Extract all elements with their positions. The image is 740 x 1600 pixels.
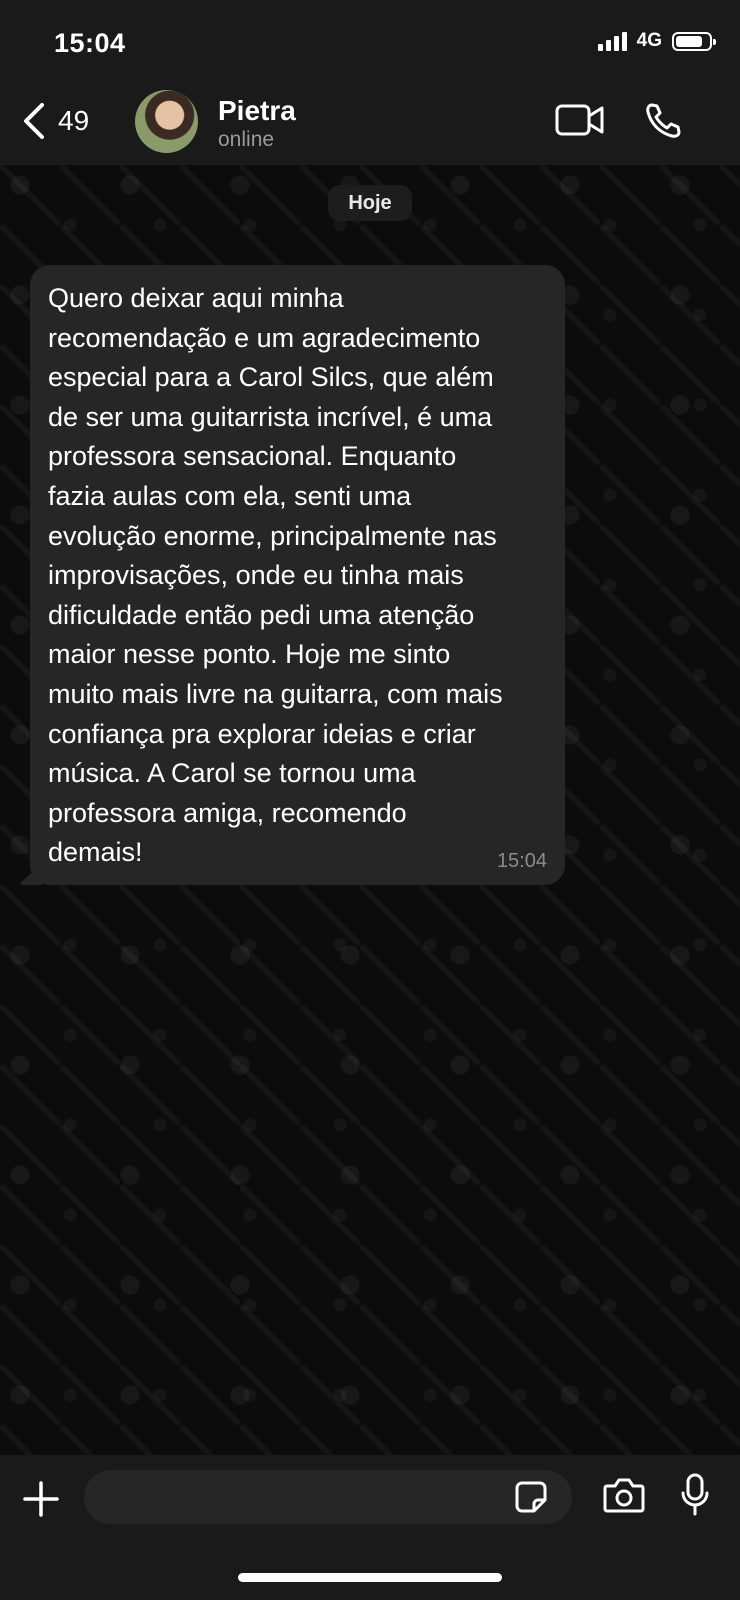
video-camera-icon[interactable] [555, 102, 605, 138]
camera-icon[interactable] [603, 1477, 645, 1513]
sticker-icon[interactable] [514, 1480, 548, 1514]
date-separator: Hoje [328, 185, 412, 221]
composer-bar [0, 1455, 740, 1600]
contact-info[interactable]: Pietra online [218, 96, 296, 154]
contact-status: online [218, 128, 275, 151]
back-button[interactable]: 49 [22, 102, 89, 140]
home-indicator [238, 1573, 502, 1582]
message-time: 15:04 [496, 850, 547, 872]
plus-icon[interactable] [22, 1480, 60, 1518]
message-input[interactable] [84, 1470, 572, 1524]
status-indicators: 4G [597, 30, 716, 52]
signal-icon [597, 31, 627, 51]
microphone-icon[interactable] [680, 1473, 710, 1517]
message-text: Quero deixar aqui minha recomendação e u… [48, 283, 503, 868]
network-type: 4G [636, 30, 662, 51]
status-time: 15:04 [54, 28, 126, 58]
battery-icon [672, 31, 716, 51]
phone-icon[interactable] [644, 102, 682, 140]
unread-count: 49 [58, 105, 90, 136]
chat-header: 49 Pietra online [0, 90, 740, 165]
avatar[interactable] [135, 90, 198, 153]
status-bar: 15:04 4G [0, 0, 740, 90]
message-bubble[interactable]: Quero deixar aqui minha recomendação e u… [30, 265, 565, 885]
chevron-left-icon [24, 103, 44, 139]
contact-name: Pietra [218, 95, 296, 126]
